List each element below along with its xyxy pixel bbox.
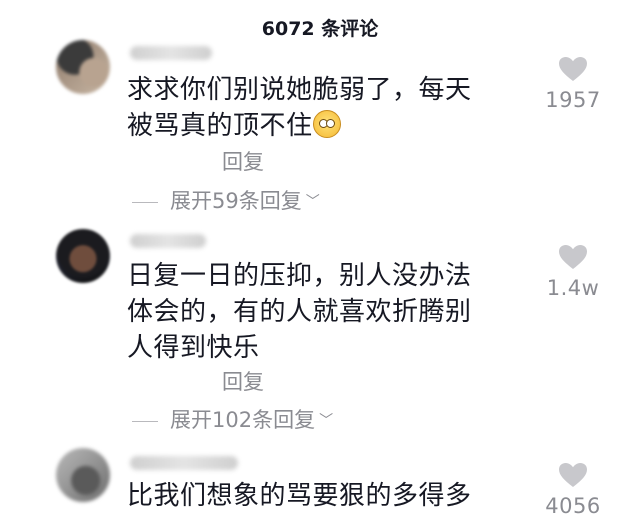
expand-replies-button[interactable]: 展开102条回复 ﹀ bbox=[132, 404, 333, 434]
avatar[interactable] bbox=[56, 40, 110, 94]
comment-text: 比我们想象的骂要狠的多得多 bbox=[127, 478, 537, 514]
heart-icon bbox=[559, 245, 587, 269]
comments-count-title: 6072 条评论 bbox=[261, 18, 379, 40]
comment-text-line: 日复一日的压抑，别人没办法 bbox=[127, 261, 472, 291]
username-blurred[interactable] bbox=[130, 234, 206, 248]
comment-text-line: 人得到快乐 bbox=[127, 333, 260, 363]
divider bbox=[132, 420, 158, 422]
comment-text: 求求你们别说她脆弱了，每天 被骂真的顶不住 bbox=[127, 72, 537, 144]
heart-icon bbox=[559, 463, 587, 487]
pleading-face-icon bbox=[312, 110, 341, 138]
chevron-down-icon: ﹀ bbox=[319, 413, 334, 429]
avatar[interactable] bbox=[56, 229, 110, 283]
like-button[interactable]: 1957 bbox=[538, 56, 608, 112]
comment-text: 日复一日的压抑，别人没办法 体会的，有的人就喜欢折腾别 人得到快乐 bbox=[127, 258, 537, 366]
comment-text-line: 比我们想象的骂要狠的多得多 bbox=[127, 481, 472, 511]
reply-button[interactable]: 回复 bbox=[222, 146, 264, 176]
comment-text-line: 体会的，有的人就喜欢折腾别 bbox=[127, 297, 472, 327]
username-blurred[interactable] bbox=[130, 456, 238, 470]
like-count: 4056 bbox=[545, 494, 601, 518]
like-count: 1.4w bbox=[546, 276, 600, 300]
comment-text-line: 求求你们别说她脆弱了，每天 bbox=[127, 75, 472, 105]
comment-text-line: 被骂真的顶不住 bbox=[127, 108, 537, 144]
like-count: 1957 bbox=[545, 88, 601, 112]
avatar[interactable] bbox=[56, 448, 110, 502]
username-blurred[interactable] bbox=[130, 46, 212, 60]
reply-button[interactable]: 回复 bbox=[222, 366, 264, 396]
like-button[interactable]: 4056 bbox=[538, 462, 608, 518]
chevron-down-icon: ﹀ bbox=[305, 194, 320, 210]
like-button[interactable]: 1.4w bbox=[538, 244, 608, 300]
heart-icon bbox=[559, 57, 587, 81]
expand-replies-button[interactable]: 展开59条回复 ﹀ bbox=[132, 185, 320, 215]
divider bbox=[132, 201, 158, 203]
